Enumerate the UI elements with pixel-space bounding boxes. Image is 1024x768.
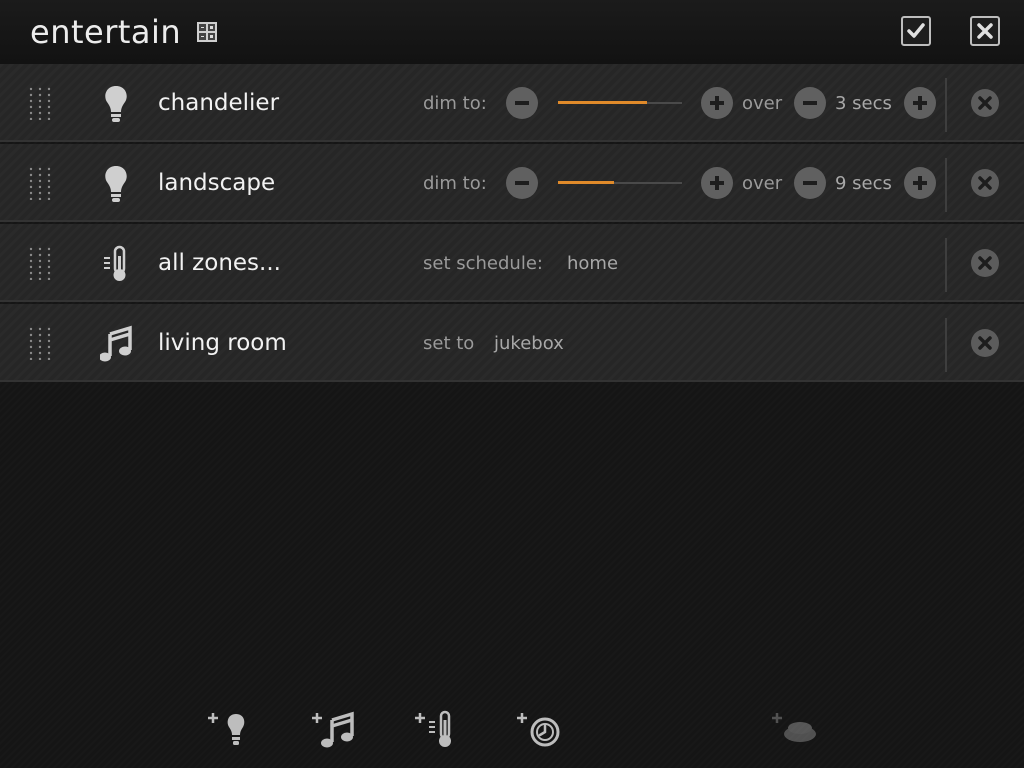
duration-value: 9 secs bbox=[835, 173, 892, 194]
over-label: over bbox=[742, 173, 783, 194]
add-music-icon bbox=[312, 711, 354, 748]
header-bar: entertain bbox=[0, 0, 1024, 64]
action-row: all zones... set schedule: home bbox=[0, 224, 1024, 302]
increase-level-button[interactable] bbox=[701, 167, 733, 199]
row-divider bbox=[945, 78, 947, 132]
calculator-grid-icon bbox=[197, 22, 217, 42]
close-icon bbox=[978, 176, 992, 190]
dim-level-slider[interactable] bbox=[558, 101, 682, 104]
action-row: living room set to jukebox bbox=[0, 304, 1024, 382]
row-name: living room bbox=[158, 330, 287, 356]
action-label: dim to: bbox=[423, 173, 487, 194]
drag-handle-icon[interactable] bbox=[28, 326, 54, 360]
duration-value: 3 secs bbox=[835, 93, 892, 114]
action-value[interactable]: home bbox=[567, 252, 618, 276]
add-button-icon bbox=[772, 713, 816, 742]
decrease-level-button[interactable] bbox=[506, 167, 538, 199]
action-value[interactable]: jukebox bbox=[494, 332, 564, 356]
decrease-level-button[interactable] bbox=[506, 87, 538, 119]
row-name: landscape bbox=[158, 170, 276, 196]
close-icon bbox=[978, 336, 992, 350]
checkmark-icon bbox=[907, 23, 925, 38]
row-divider bbox=[945, 318, 947, 372]
action-row: landscape dim to: over 9 secs bbox=[0, 144, 1024, 222]
action-label: dim to: bbox=[423, 93, 487, 114]
action-row: chandelier dim to: over 3 secs bbox=[0, 64, 1024, 142]
add-timer-button[interactable] bbox=[515, 706, 563, 750]
close-button[interactable] bbox=[970, 16, 1000, 46]
over-label: over bbox=[742, 93, 783, 114]
row-name: all zones... bbox=[158, 250, 281, 276]
decrease-duration-button[interactable] bbox=[794, 167, 826, 199]
action-label: set to bbox=[423, 333, 475, 354]
remove-row-button[interactable] bbox=[971, 89, 999, 117]
close-icon bbox=[978, 256, 992, 270]
page-title: entertain bbox=[30, 13, 182, 51]
drag-handle-icon[interactable] bbox=[28, 166, 54, 200]
remove-row-button[interactable] bbox=[971, 169, 999, 197]
increase-duration-button[interactable] bbox=[904, 167, 936, 199]
drag-handle-icon[interactable] bbox=[28, 86, 54, 120]
decrease-duration-button[interactable] bbox=[794, 87, 826, 119]
remove-row-button[interactable] bbox=[971, 249, 999, 277]
add-button-button[interactable] bbox=[770, 706, 818, 750]
dim-level-fill bbox=[558, 101, 647, 104]
dim-level-fill bbox=[558, 181, 614, 184]
add-light-button[interactable] bbox=[206, 706, 254, 750]
row-divider bbox=[945, 238, 947, 292]
close-icon bbox=[978, 96, 992, 110]
increase-duration-button[interactable] bbox=[904, 87, 936, 119]
dim-level-slider[interactable] bbox=[558, 181, 682, 184]
add-music-button[interactable] bbox=[310, 706, 358, 750]
row-divider bbox=[945, 158, 947, 212]
action-label: set schedule: bbox=[423, 253, 543, 274]
thermometer-icon bbox=[104, 245, 126, 281]
confirm-button[interactable] bbox=[901, 16, 931, 46]
add-light-icon bbox=[208, 713, 245, 745]
remove-row-button[interactable] bbox=[971, 329, 999, 357]
row-name: chandelier bbox=[158, 90, 280, 116]
add-thermostat-icon bbox=[415, 710, 451, 747]
add-timer-icon bbox=[517, 713, 560, 747]
drag-handle-icon[interactable] bbox=[28, 246, 54, 280]
close-icon bbox=[977, 23, 993, 39]
light-bulb-icon bbox=[105, 86, 127, 122]
light-bulb-icon bbox=[105, 166, 127, 202]
increase-level-button[interactable] bbox=[701, 87, 733, 119]
add-thermostat-button[interactable] bbox=[413, 706, 461, 750]
music-note-icon bbox=[100, 325, 132, 362]
